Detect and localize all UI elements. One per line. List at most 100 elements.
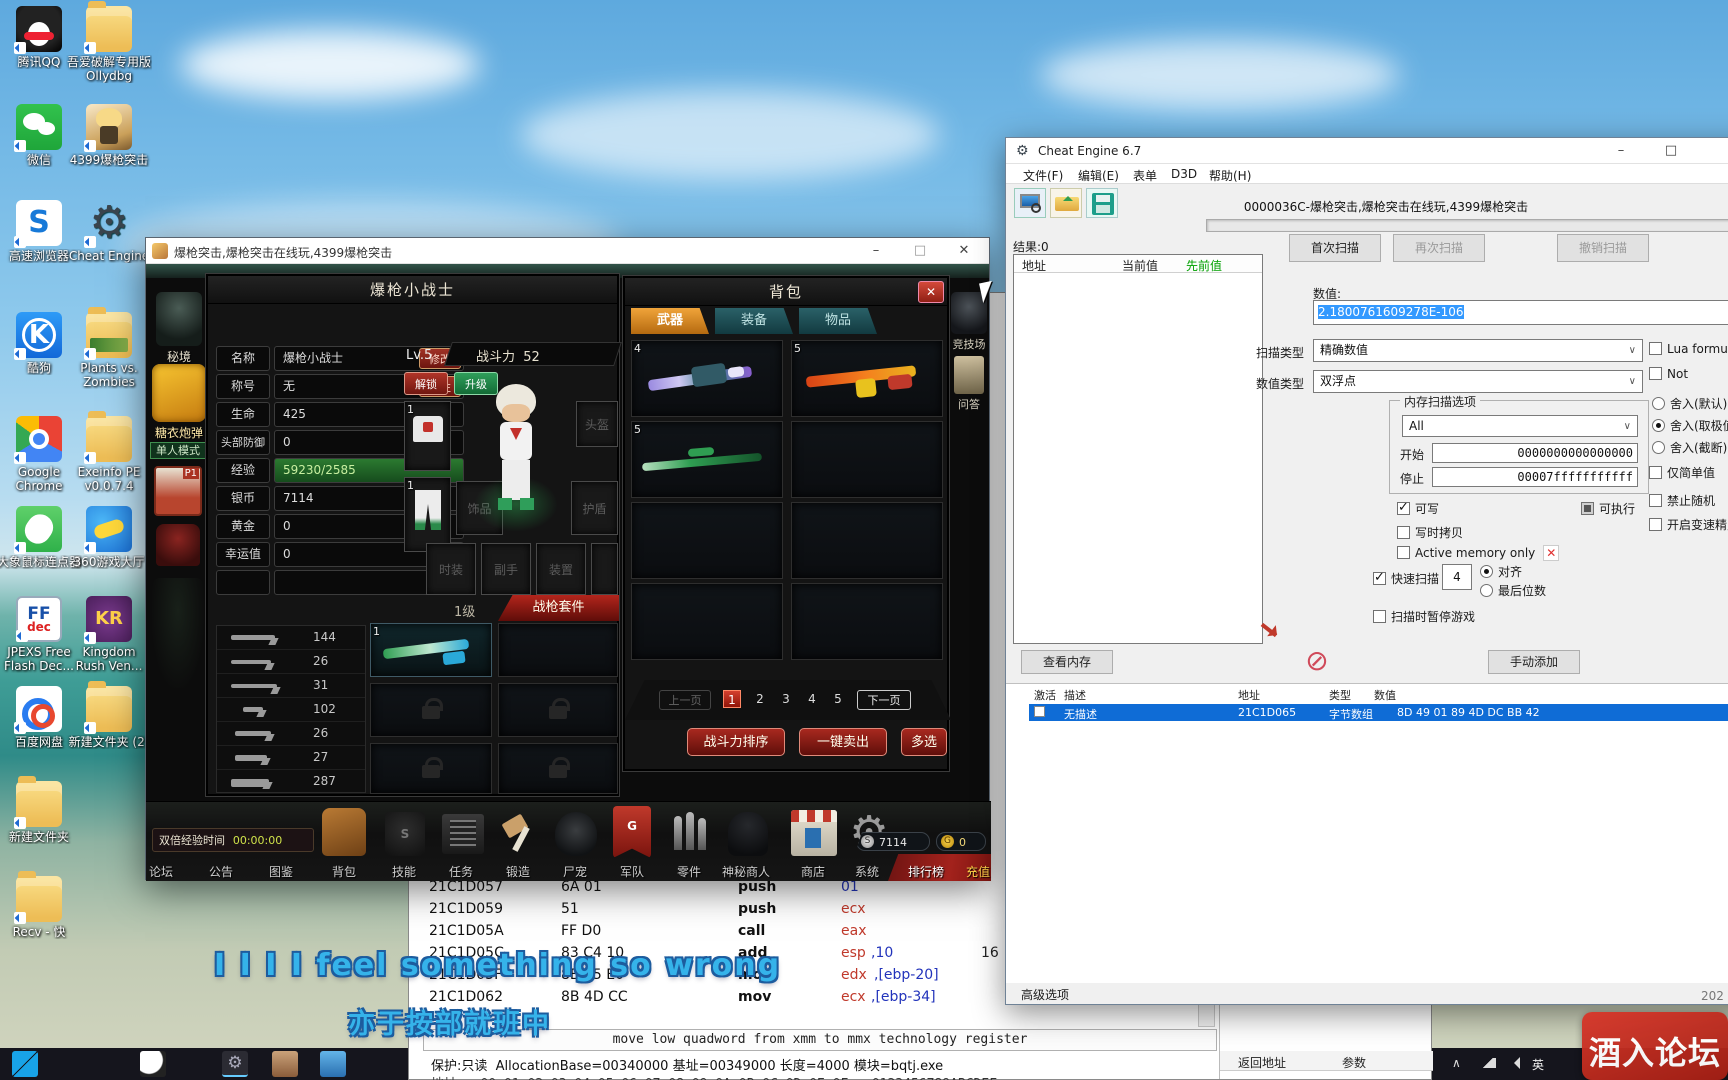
tray-hidden-icons[interactable]: ∧: [1452, 1056, 1461, 1070]
menu-notice[interactable]: 公告: [191, 863, 251, 880]
close-button[interactable]: ✕: [947, 238, 981, 263]
desktop-icon-kingdomrush[interactable]: KRKingdom Rush Ven...: [66, 596, 152, 673]
writable-checkbox[interactable]: 可写: [1397, 500, 1439, 517]
th-type[interactable]: 类型: [1329, 687, 1351, 703]
menu-recharge[interactable]: 充值: [948, 863, 1008, 880]
active-memory-checkbox[interactable]: Active memory only✕: [1397, 546, 1559, 560]
simple-values-checkbox[interactable]: 仅简单值: [1649, 464, 1715, 481]
executable-checkbox[interactable]: 可执行: [1581, 500, 1635, 517]
align-radio[interactable]: 对齐: [1480, 563, 1522, 580]
next-page-button[interactable]: 下一页: [857, 690, 911, 710]
backpack-slot[interactable]: 5: [791, 340, 943, 417]
menu-edit[interactable]: 编辑(E): [1078, 167, 1119, 184]
page-2[interactable]: 2: [751, 690, 769, 708]
desktop-icon-cheatengine[interactable]: ⚙Cheat Engine: [66, 200, 152, 263]
desktop-icon-newfolder2[interactable]: 新建文件夹 (2): [66, 686, 152, 749]
mystic-merchant-menu-icon[interactable]: [728, 812, 768, 856]
scan-type-select[interactable]: 精确数值: [1313, 339, 1643, 362]
pause-game-checkbox[interactable]: 扫描时暂停游戏: [1373, 608, 1475, 625]
th-address[interactable]: 地址: [1238, 687, 1260, 703]
start-button[interactable]: [12, 1051, 38, 1077]
fast-scan-alignment-input[interactable]: 4: [1442, 564, 1472, 590]
th-value[interactable]: 数值: [1374, 687, 1396, 703]
menu-backpack[interactable]: 背包: [314, 863, 374, 880]
desktop-icon-recv[interactable]: Recv - 快: [0, 876, 82, 939]
sort-by-power-button[interactable]: 战斗力排序: [687, 728, 785, 756]
first-scan-button[interactable]: 首次扫描: [1289, 234, 1381, 262]
unlock-button[interactable]: 解锁: [404, 372, 448, 395]
menu-army[interactable]: 军队: [602, 863, 662, 880]
taskbar-app-ball[interactable]: [140, 1051, 166, 1077]
open-table-button[interactable]: [1050, 188, 1082, 218]
maximize-button[interactable]: □: [903, 238, 937, 263]
weapon-slot-empty[interactable]: [498, 623, 618, 677]
memory-view-button[interactable]: 查看内存: [1021, 650, 1113, 674]
game-titlebar[interactable]: 爆枪突击,爆枪突击在线玩,4399爆枪突击 – □ ✕: [146, 238, 989, 264]
page-1[interactable]: 1: [723, 690, 741, 708]
sell-all-button[interactable]: 一键卖出: [799, 728, 887, 756]
minimize-button[interactable]: –: [859, 238, 893, 263]
menu-forum[interactable]: 论坛: [131, 863, 191, 880]
copy-on-write-checkbox[interactable]: 写时拷贝: [1397, 524, 1463, 541]
weapon-slot-locked[interactable]: [370, 743, 492, 794]
input-language-indicator[interactable]: 英: [1532, 1056, 1544, 1073]
menu-zombie-pet[interactable]: 尸宠: [545, 863, 605, 880]
equip-slot-fashion[interactable]: 时装: [426, 543, 476, 595]
equip-slot-shield[interactable]: 护盾: [571, 481, 618, 535]
parts-menu-icon[interactable]: [670, 812, 710, 856]
menu-parts[interactable]: 零件: [659, 863, 719, 880]
menu-codex[interactable]: 图鉴: [251, 863, 311, 880]
taskbar-app-explorer[interactable]: [320, 1051, 346, 1077]
value-type-select[interactable]: 双浮点: [1313, 370, 1643, 393]
equip-slot-helmet[interactable]: 头盔: [576, 401, 618, 447]
menu-d3d[interactable]: D3D: [1171, 167, 1197, 181]
prev-page-button[interactable]: 上一页: [659, 690, 711, 710]
equip-slot-pants[interactable]: 1: [404, 477, 451, 552]
equip-slot-device[interactable]: 装置: [536, 543, 586, 595]
qa-icon[interactable]: [954, 356, 984, 394]
col-address[interactable]: 地址: [1022, 257, 1046, 274]
backpack-slot-empty[interactable]: [791, 421, 943, 498]
backpack-slot-empty[interactable]: [631, 502, 783, 579]
ce-maximize-button[interactable]: □: [1654, 138, 1688, 163]
advanced-options-label[interactable]: 高级选项: [1021, 986, 1069, 1003]
equip-slot-offhand[interactable]: 副手: [481, 543, 531, 595]
cap-icon[interactable]: [156, 524, 200, 566]
page-4[interactable]: 4: [803, 690, 821, 708]
skill-menu-icon[interactable]: S: [385, 812, 425, 856]
lua-formula-checkbox[interactable]: Lua formula: [1649, 342, 1728, 356]
speedhack-checkbox[interactable]: 开启变速精灵: [1649, 516, 1728, 533]
backpack-slot[interactable]: 5: [631, 421, 783, 498]
memory-region-select[interactable]: All: [1402, 415, 1638, 437]
menu-system[interactable]: 系统: [837, 863, 897, 880]
no-random-checkbox[interactable]: 禁止随机: [1649, 492, 1715, 509]
desktop-icon-newfolder[interactable]: 新建文件夹: [0, 781, 82, 844]
round-default-radio[interactable]: 舍入(默认): [1652, 395, 1727, 412]
speaker-icon[interactable]: [1508, 1057, 1520, 1069]
menu-table[interactable]: 表单: [1133, 167, 1157, 184]
add-address-arrow[interactable]: [1256, 616, 1286, 646]
zombie-pet-menu-icon[interactable]: [555, 812, 597, 856]
undo-scan-button[interactable]: 撤销扫描: [1557, 234, 1649, 262]
desktop-icon-360game[interactable]: 360游戏大厅: [66, 506, 152, 569]
backpack-slot[interactable]: 4: [631, 340, 783, 417]
menu-forge[interactable]: 锻造: [488, 863, 548, 880]
th-description[interactable]: 描述: [1064, 687, 1086, 703]
next-scan-button[interactable]: 再次扫描: [1393, 234, 1485, 262]
tab-items[interactable]: 物品: [799, 308, 877, 334]
backpack-menu-icon[interactable]: [322, 808, 366, 856]
menu-file[interactable]: 文件(F): [1023, 167, 1063, 184]
scan-value-input[interactable]: 2.1800761609278E-106: [1313, 300, 1728, 325]
found-address-list[interactable]: 地址 当前值 先前值: [1013, 254, 1263, 644]
desktop-icon-ollydbg[interactable]: 吾爱破解专用版Ollydbg: [66, 6, 152, 83]
round-truncate-radio[interactable]: 舍入(截断): [1652, 439, 1727, 456]
desktop-icon-exeinfo[interactable]: Exeinfo PE v0.0.7.4: [66, 416, 152, 493]
save-table-button[interactable]: [1086, 188, 1118, 218]
manual-add-button[interactable]: 手动添加: [1488, 650, 1580, 674]
menu-merchant[interactable]: 神秘商人: [711, 863, 781, 880]
mijing-icon[interactable]: [156, 292, 202, 346]
page-3[interactable]: 3: [777, 690, 795, 708]
ce-minimize-button[interactable]: –: [1604, 138, 1638, 163]
single-mode-button[interactable]: 单人模式: [150, 442, 206, 459]
multi-select-button[interactable]: 多选: [901, 728, 947, 756]
